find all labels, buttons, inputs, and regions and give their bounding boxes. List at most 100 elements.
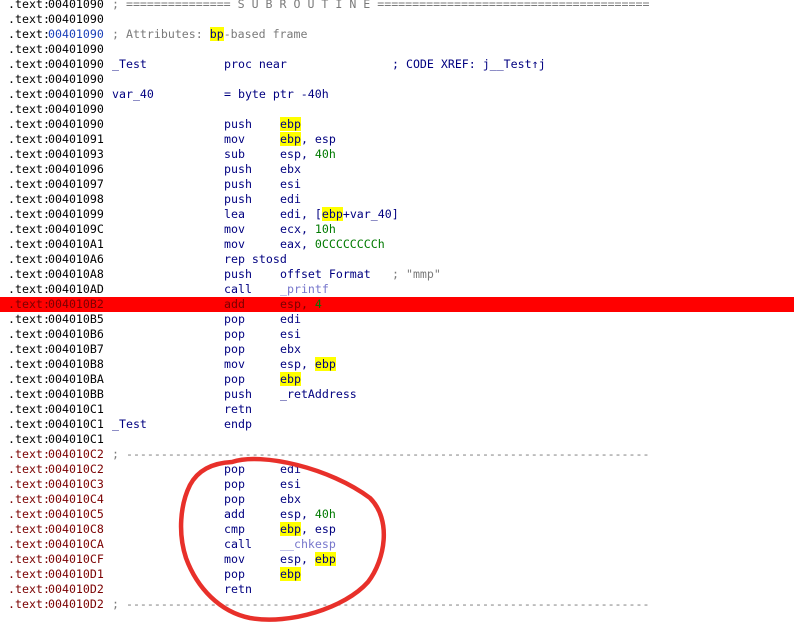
instruction-operands[interactable]: ebx [280,342,301,357]
instruction-operands[interactable]: ecx, 10h [280,222,336,237]
highlighted-register[interactable]: ebp [314,357,336,371]
instruction-operands[interactable]: ebx [280,492,301,507]
instruction-mnemonic[interactable]: add [224,507,245,522]
instruction-operands[interactable]: esp, 40h [280,507,336,522]
instruction-operands[interactable]: ebp [280,372,301,387]
address[interactable]: 004010C5 [48,507,104,522]
instruction-mnemonic[interactable]: push [224,177,252,192]
instruction-mnemonic[interactable]: mov [224,237,245,252]
address[interactable]: 00401090 [48,87,104,102]
listing-row[interactable]: .text:004010D2 retn [0,582,794,597]
instruction-operands[interactable]: edi [280,462,301,477]
variable-label[interactable]: var_40 [112,87,154,102]
address[interactable]: 004010C8 [48,522,104,537]
address[interactable]: 004010BA [48,372,104,387]
address[interactable]: 004010B8 [48,357,104,372]
instruction-operands[interactable]: ebx [280,162,301,177]
instruction-mnemonic[interactable]: pop [224,342,245,357]
address[interactable]: 00401099 [48,207,104,222]
address[interactable]: 004010C1 [48,402,104,417]
address[interactable]: 00401093 [48,147,104,162]
address[interactable]: 00401091 [48,132,104,147]
instruction-operands[interactable]: esp, ebp [280,357,336,372]
listing-row[interactable]: .text:00401093 sub esp, 40h [0,147,794,162]
listing-row[interactable]: .text:004010C3 pop esi [0,477,794,492]
address[interactable]: 00401098 [48,192,104,207]
disassembly-listing[interactable]: .text:00401090; =============== S U B R … [0,0,794,612]
instruction-operands[interactable]: esi [280,477,301,492]
address[interactable]: 004010D1 [48,567,104,582]
listing-row[interactable]: .text:00401090; Attributes: bp-based fra… [0,27,794,42]
instruction-mnemonic[interactable]: add [224,297,245,312]
procedure-label[interactable]: _Test [112,417,147,432]
instruction-mnemonic[interactable]: mov [224,222,245,237]
instruction-mnemonic[interactable]: pop [224,312,245,327]
address[interactable]: 004010C1 [48,432,104,447]
function-reference[interactable]: _printf [280,282,329,296]
instruction-operands[interactable]: __chkesp [280,537,336,552]
listing-row[interactable]: .text:004010B7 pop ebx [0,342,794,357]
instruction-mnemonic[interactable]: pop [224,567,245,582]
instruction-operands[interactable]: _retAddress [280,387,357,402]
listing-row[interactable]: .text:004010A1 mov eax, 0CCCCCCCCh [0,237,794,252]
address[interactable]: 004010B5 [48,312,104,327]
highlighted-register[interactable]: ebp [314,552,336,566]
listing-row[interactable]: .text:00401090 _Test proc near; CODE XREF:… [0,57,794,72]
highlighted-register[interactable]: ebp [280,372,301,386]
listing-row[interactable]: .text:004010AD call _printf [0,282,794,297]
address[interactable]: 004010C2 [48,462,104,477]
instruction-operands[interactable]: esi [280,177,301,192]
instruction-operands[interactable]: ebp [280,117,301,132]
instruction-mnemonic[interactable]: retn [224,582,252,597]
procedure-label[interactable]: _Test [112,57,147,72]
listing-row[interactable]: .text:004010BB push _retAddress [0,387,794,402]
instruction-operands[interactable]: esp, 40h [280,147,336,162]
current-instruction-row[interactable]: .text:004010B2 add esp, 4 [0,297,794,312]
listing-row[interactable]: .text:004010C2 pop edi [0,462,794,477]
listing-row[interactable]: .text:004010C5 add esp, 40h [0,507,794,522]
instruction-operands[interactable]: esp, ebp [280,552,336,567]
listing-row[interactable]: .text:00401090 push ebp [0,117,794,132]
listing-row[interactable]: .text:004010C1 _Test endp [0,417,794,432]
listing-row[interactable]: .text:00401090; =============== S U B R … [0,0,794,12]
instruction-operands[interactable]: esi [280,327,301,342]
instruction-mnemonic[interactable]: mov [224,552,245,567]
listing-row[interactable]: .text:004010B8 mov esp, ebp [0,357,794,372]
address[interactable]: 00401090 [48,102,104,117]
listing-row[interactable]: .text:004010A8 push offset Format; "mmp" [0,267,794,282]
instruction-mnemonic[interactable]: sub [224,147,245,162]
function-reference[interactable]: __chkesp [280,537,336,551]
address[interactable]: 004010A1 [48,237,104,252]
instruction-mnemonic[interactable]: push [224,267,252,282]
address[interactable]: 00401090 [48,117,104,132]
instruction-mnemonic[interactable]: pop [224,477,245,492]
address[interactable]: 004010D2 [48,597,104,612]
highlighted-register[interactable]: ebp [321,207,343,221]
listing-row[interactable]: .text:004010C8 cmp ebp, esp [0,522,794,537]
listing-row[interactable]: .text:004010D2; ------------------------… [0,597,794,612]
address[interactable]: 004010A8 [48,267,104,282]
instruction-operands[interactable]: edi [280,312,301,327]
highlighted-register[interactable]: ebp [280,132,301,146]
instruction-operands[interactable]: edi [280,192,301,207]
listing-row[interactable]: .text:00401099 lea edi, [ebp+var_40] [0,207,794,222]
code-xref-comment[interactable]: ; CODE XREF: j__Test↑j [392,57,546,72]
address[interactable]: 004010C3 [48,477,104,492]
listing-row[interactable]: .text:00401098 push edi [0,192,794,207]
address[interactable]: 004010BB [48,387,104,402]
highlighted-register[interactable]: bp [209,27,224,41]
address[interactable]: 004010B7 [48,342,104,357]
instruction-operands[interactable]: edi, [ebp+var_40] [280,207,399,222]
listing-row[interactable]: .text:004010C1 [0,432,794,447]
listing-row[interactable]: .text:004010C1 retn [0,402,794,417]
instruction-mnemonic[interactable]: mov [224,132,245,147]
address[interactable]: 00401097 [48,177,104,192]
listing-row[interactable]: .text:00401090 [0,12,794,27]
address[interactable]: 00401090 [48,57,104,72]
listing-row[interactable]: .text:004010CA call __chkesp [0,537,794,552]
listing-row[interactable]: .text:004010A6 rep stosd [0,252,794,267]
address[interactable]: 004010B6 [48,327,104,342]
address[interactable]: 004010CF [48,552,104,567]
instruction-mnemonic[interactable]: push [224,162,252,177]
listing-row[interactable]: .text:004010CF mov esp, ebp [0,552,794,567]
